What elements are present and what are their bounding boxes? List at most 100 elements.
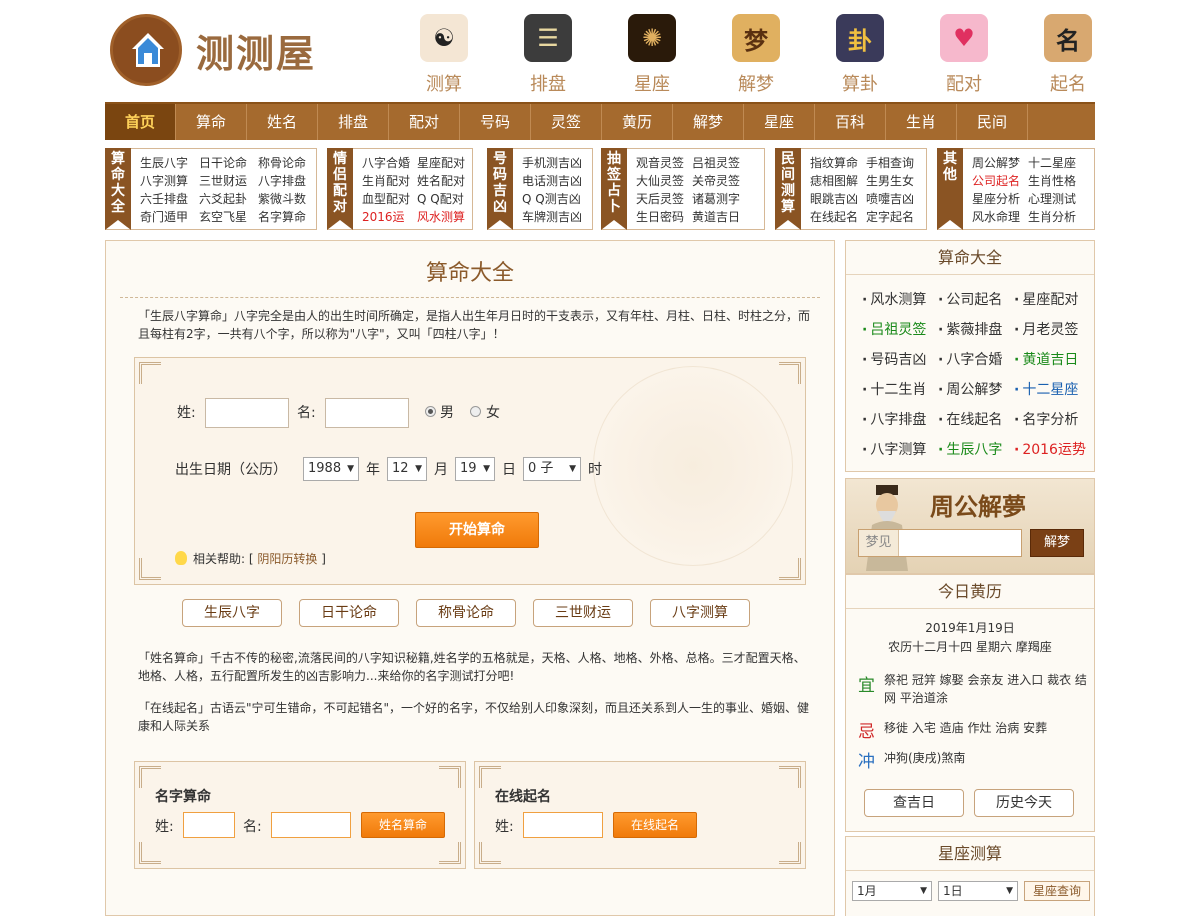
category-link[interactable]: 星座分析: [972, 190, 1028, 208]
category-link[interactable]: 生男生女: [866, 172, 922, 190]
category-link[interactable]: 车牌测吉凶: [522, 208, 592, 226]
category-link[interactable]: 天后灵签: [636, 190, 692, 208]
nav-tab-7[interactable]: 黄历: [602, 104, 673, 140]
category-link[interactable]: 风水命理: [972, 208, 1028, 226]
topnav-item-4[interactable]: 卦算卦: [808, 14, 912, 96]
check-lucky-day-button[interactable]: 查吉日: [864, 789, 964, 817]
nav-tab-4[interactable]: 配对: [389, 104, 460, 140]
site-logo[interactable]: 测测屋: [110, 14, 316, 86]
category-link[interactable]: 名字算命: [258, 208, 318, 226]
sidebar-link[interactable]: 十二星座: [1014, 379, 1094, 409]
nav-tab-9[interactable]: 星座: [744, 104, 815, 140]
category-link[interactable]: Q Q测吉凶: [522, 190, 592, 208]
category-link[interactable]: 在线起名: [810, 208, 866, 226]
name-fortune-button[interactable]: 姓名算命: [361, 812, 445, 838]
online-naming-button[interactable]: 在线起名: [613, 812, 697, 838]
start-fortune-button[interactable]: 开始算命: [415, 512, 539, 548]
sidebar-link[interactable]: 十二生肖: [862, 379, 938, 409]
sidebar-link[interactable]: 风水测算: [862, 289, 938, 319]
category-link[interactable]: 心理测试: [1028, 190, 1088, 208]
sidebar-link[interactable]: 八字排盘: [862, 409, 938, 439]
category-link[interactable]: 血型配对: [362, 190, 417, 208]
nav-tab-8[interactable]: 解梦: [673, 104, 744, 140]
category-link[interactable]: 生肖配对: [362, 172, 417, 190]
category-link[interactable]: 关帝灵签: [692, 172, 748, 190]
nav-tab-5[interactable]: 号码: [460, 104, 531, 140]
sidebar-link[interactable]: 星座配对: [1014, 289, 1094, 319]
category-link[interactable]: 风水测算: [417, 208, 472, 226]
quick-tab-1[interactable]: 日干论命: [299, 599, 399, 627]
zodiac-day-select[interactable]: 1日: [938, 881, 1018, 901]
category-link[interactable]: 八字合婚: [362, 154, 417, 172]
category-link[interactable]: 奇门遁甲: [140, 208, 199, 226]
category-link[interactable]: 电话测吉凶: [522, 172, 592, 190]
sidebar-link[interactable]: 八字测算: [862, 439, 938, 469]
nav-tab-2[interactable]: 姓名: [247, 104, 318, 140]
dream-search-button[interactable]: 解梦: [1030, 529, 1084, 557]
topnav-item-0[interactable]: ☯ 测算: [392, 14, 496, 96]
sidebar-link[interactable]: 月老灵签: [1014, 319, 1094, 349]
topnav-item-1[interactable]: ☰ 排盘: [496, 14, 600, 96]
category-link[interactable]: 紫微斗数: [258, 190, 318, 208]
nav-tab-12[interactable]: 民间: [957, 104, 1028, 140]
category-link[interactable]: 十二星座: [1028, 154, 1088, 172]
category-link[interactable]: 手机测吉凶: [522, 154, 592, 172]
name-input[interactable]: [325, 398, 409, 428]
sidebar-link[interactable]: 在线起名: [938, 409, 1014, 439]
quick-tab-0[interactable]: 生辰八字: [182, 599, 282, 627]
sidebar-link[interactable]: 号码吉凶: [862, 349, 938, 379]
nav-tab-3[interactable]: 排盘: [318, 104, 389, 140]
nav-tab-1[interactable]: 算命: [176, 104, 247, 140]
category-link[interactable]: 日干论命: [199, 154, 258, 172]
sidebar-link[interactable]: 名字分析: [1014, 409, 1094, 439]
topnav-item-2[interactable]: ✺ 星座: [600, 14, 704, 96]
category-link[interactable]: 生日密码: [636, 208, 692, 226]
category-link[interactable]: 生肖性格: [1028, 172, 1088, 190]
category-link[interactable]: 生肖分析: [1028, 208, 1088, 226]
category-link[interactable]: 指纹算命: [810, 154, 866, 172]
category-link[interactable]: 诸葛测字: [692, 190, 748, 208]
category-link[interactable]: 称骨论命: [258, 154, 318, 172]
category-link[interactable]: 六壬排盘: [140, 190, 199, 208]
sidebar-link[interactable]: 吕祖灵签: [862, 319, 938, 349]
sidebar-link[interactable]: 黄道吉日: [1014, 349, 1094, 379]
category-link[interactable]: 定字起名: [866, 208, 922, 226]
category-link[interactable]: 玄空飞星: [199, 208, 258, 226]
nav-tab-6[interactable]: 灵签: [531, 104, 602, 140]
name-fortune-surname-input[interactable]: [183, 812, 235, 838]
name-fortune-name-input[interactable]: [271, 812, 351, 838]
category-link[interactable]: 星座配对: [417, 154, 472, 172]
category-link[interactable]: 周公解梦: [972, 154, 1028, 172]
category-link[interactable]: 公司起名: [972, 172, 1028, 190]
day-select[interactable]: 19: [455, 457, 495, 481]
zodiac-month-select[interactable]: 1月: [852, 881, 932, 901]
quick-tab-4[interactable]: 八字测算: [650, 599, 750, 627]
sidebar-link[interactable]: 紫薇排盘: [938, 319, 1014, 349]
sidebar-link[interactable]: 2016运势: [1014, 439, 1094, 469]
category-link[interactable]: 黄道吉日: [692, 208, 748, 226]
online-naming-surname-input[interactable]: [523, 812, 603, 838]
sidebar-link[interactable]: 公司起名: [938, 289, 1014, 319]
sidebar-link[interactable]: 生辰八字: [938, 439, 1014, 469]
quick-tab-2[interactable]: 称骨论命: [416, 599, 516, 627]
sidebar-link[interactable]: 八字合婚: [938, 349, 1014, 379]
category-link[interactable]: 八字排盘: [258, 172, 318, 190]
male-radio[interactable]: [425, 406, 436, 417]
nav-tab-11[interactable]: 生肖: [886, 104, 957, 140]
nav-tab-0[interactable]: 首页: [105, 104, 176, 140]
female-radio[interactable]: [470, 406, 481, 417]
category-link[interactable]: 三世财运: [199, 172, 258, 190]
sidebar-link[interactable]: 周公解梦: [938, 379, 1014, 409]
category-link[interactable]: 喷嚏吉凶: [866, 190, 922, 208]
hour-select[interactable]: 0 子: [523, 457, 581, 481]
category-link[interactable]: 2016运: [362, 208, 417, 226]
year-select[interactable]: 1988: [303, 457, 359, 481]
dream-input[interactable]: 梦见: [858, 529, 1022, 557]
topnav-item-5[interactable]: ♥ 配对: [912, 14, 1016, 96]
month-select[interactable]: 12: [387, 457, 427, 481]
nav-tab-10[interactable]: 百科: [815, 104, 886, 140]
category-link[interactable]: 眼跳吉凶: [810, 190, 866, 208]
quick-tab-3[interactable]: 三世财运: [533, 599, 633, 627]
history-today-button[interactable]: 历史今天: [974, 789, 1074, 817]
topnav-item-3[interactable]: 梦解梦: [704, 14, 808, 96]
